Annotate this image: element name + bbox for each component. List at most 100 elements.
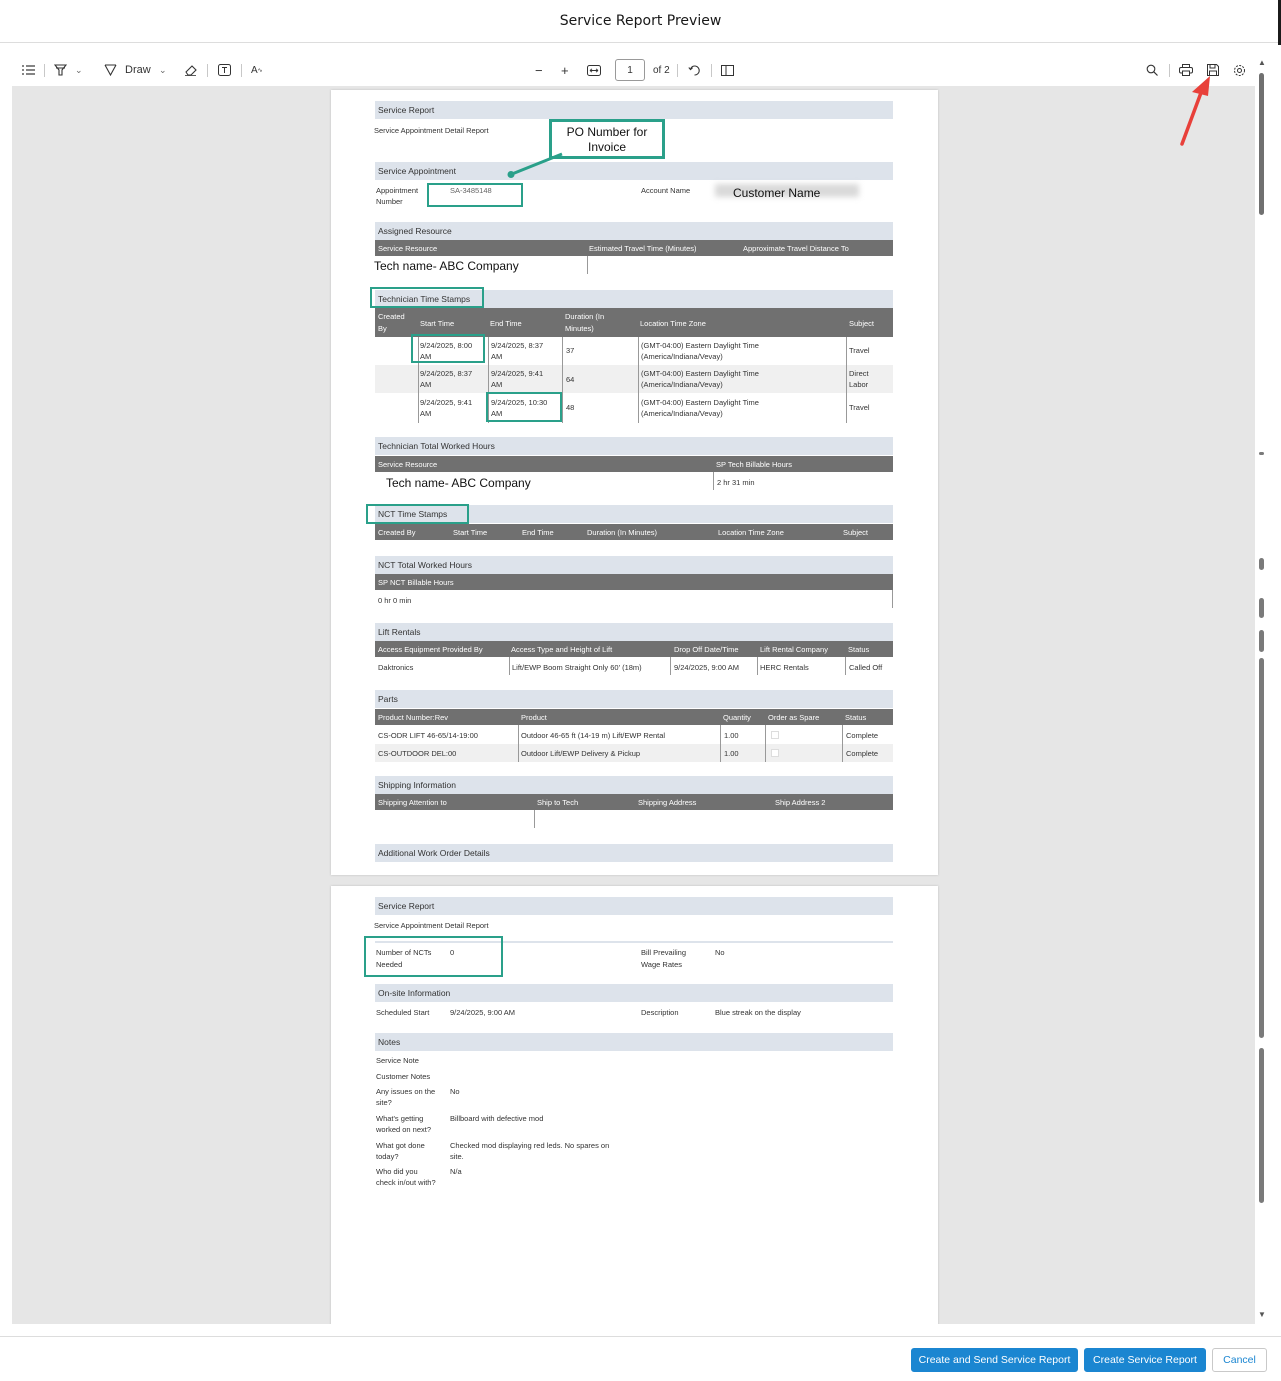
col-duration-2: Minutes) xyxy=(565,324,594,333)
location-time-zone-2: (America/Indiana/Vevay) xyxy=(641,409,723,418)
scroll-marker xyxy=(1259,1048,1264,1203)
location-time-zone-2: (America/Indiana/Vevay) xyxy=(641,380,723,389)
zoom-in-icon[interactable]: + xyxy=(561,56,569,84)
order-as-spare-checkbox xyxy=(771,731,779,739)
check-in-label-2: check in/out with? xyxy=(376,1178,436,1187)
highlight-appointment-number xyxy=(427,183,523,207)
page-number-input[interactable]: 1 xyxy=(615,59,645,81)
col-shipping-attention: Shipping Attention to xyxy=(378,798,447,807)
fit-width-icon[interactable] xyxy=(587,56,601,84)
next-work-label-2: worked on next? xyxy=(376,1125,432,1134)
col-start-time: Start Time xyxy=(453,528,488,537)
col-service-resource: Service Resource xyxy=(378,244,438,253)
col-quantity: Quantity xyxy=(723,713,751,722)
parts-header: Product Number:Rev Product Quantity Orde… xyxy=(375,709,893,725)
product: Outdoor 46-65 ft (14-19 m) Lift/EWP Rent… xyxy=(521,731,666,740)
appointment-number-label: Appointment xyxy=(376,186,419,195)
search-icon[interactable] xyxy=(1146,56,1158,84)
viewer-scrollbar[interactable]: ▲ ▼ xyxy=(1256,58,1268,1324)
zoom-out-icon[interactable]: − xyxy=(535,56,543,84)
create-service-report-button[interactable]: Create Service Report xyxy=(1084,1348,1206,1372)
page-view-icon[interactable] xyxy=(721,56,734,84)
rotate-icon[interactable] xyxy=(688,56,701,84)
subject: Direct xyxy=(849,369,869,378)
toolbar-divider xyxy=(241,64,242,77)
eraser-icon[interactable] xyxy=(184,56,197,84)
col-created-by: Created By xyxy=(378,528,416,537)
lift-rentals-header: Access Equipment Provided By Access Type… xyxy=(375,641,893,657)
col-access-type: Access Type and Height of Lift xyxy=(511,645,613,654)
arrow-icon xyxy=(1180,76,1210,146)
highlight-chevron-down-icon[interactable]: ⌄ xyxy=(75,56,83,84)
col-sp-nct-billable-hours: SP NCT Billable Hours xyxy=(378,578,454,587)
textbox-icon[interactable] xyxy=(218,56,231,84)
location-time-zone: (GMT-04:00) Eastern Daylight Time xyxy=(641,369,759,378)
col-access-equipment: Access Equipment Provided By xyxy=(378,645,483,654)
cell-divider xyxy=(757,657,758,675)
cell-divider xyxy=(518,725,519,762)
col-service-resource: Service Resource xyxy=(378,460,438,469)
report-title: Service Report xyxy=(375,101,893,119)
lift-rental-company-value: HERC Rentals xyxy=(760,663,809,672)
col-duration: Duration (In xyxy=(565,312,605,321)
document-viewer[interactable]: Service Report Service Appointment Detai… xyxy=(12,86,1255,1324)
section-nct-total-worked-hours: NCT Total Worked Hours xyxy=(375,556,893,574)
draw-chevron-down-icon[interactable]: ⌄ xyxy=(159,56,167,84)
service-note-label: Service Note xyxy=(376,1056,419,1065)
end-time: 9/24/2025, 8:37 xyxy=(491,341,544,350)
col-subject: Subject xyxy=(843,528,869,537)
duration: 48 xyxy=(566,403,575,412)
read-aloud-icon[interactable]: A ∿ xyxy=(251,56,263,84)
draw-button[interactable]: Draw xyxy=(125,56,151,84)
section-on-site-information: On-site Information xyxy=(375,984,893,1002)
product: Outdoor Lift/EWP Delivery & Pickup xyxy=(521,749,641,758)
scheduled-start-value: 9/24/2025, 9:00 AM xyxy=(450,1008,516,1017)
service-report-modal: Service Report Preview ⌄ Draw ⌄ A ∿ − + 1 xyxy=(0,0,1281,1381)
start-time-ampm: AM xyxy=(420,380,432,389)
cell-divider xyxy=(845,657,846,675)
col-location-time-zone: Location Time Zone xyxy=(640,319,706,328)
scroll-down-icon[interactable]: ▼ xyxy=(1258,1310,1266,1319)
highlight-number-of-ncts xyxy=(364,936,503,977)
create-and-send-service-report-button[interactable]: Create and Send Service Report xyxy=(911,1348,1078,1372)
product-number: CS-OUTDOOR DEL:00 xyxy=(378,749,457,758)
contents-icon[interactable] xyxy=(22,56,35,84)
col-order-as-spare: Order as Spare xyxy=(768,713,820,722)
tech-total-header: Service Resource SP Tech Billable Hours xyxy=(375,456,893,472)
lift-status-value: Called Off xyxy=(849,663,883,672)
assigned-resource-header: Service Resource Estimated Travel Time (… xyxy=(375,240,893,256)
col-ship-to-tech: Ship to Tech xyxy=(537,798,579,807)
product-number: CS-ODR LIFT 46-65/14-19:00 xyxy=(378,731,478,740)
check-in-label: Who did you xyxy=(376,1167,418,1176)
issues-label: Any issues on the xyxy=(376,1087,436,1096)
col-start-time: Start Time xyxy=(420,319,455,328)
cell-divider xyxy=(509,657,510,675)
cell-divider xyxy=(638,337,639,423)
done-today-value: Checked mod displaying red leds. No spar… xyxy=(450,1141,610,1150)
cell-divider xyxy=(765,725,766,762)
callout-connector xyxy=(507,152,563,178)
section-notes: Notes xyxy=(375,1033,893,1051)
highlight-start-time xyxy=(411,334,485,363)
order-as-spare-checkbox xyxy=(771,749,779,757)
issues-value: No xyxy=(450,1087,460,1096)
subject: Travel xyxy=(849,403,870,412)
tech-name-annotation-1: Tech name- ABC Company xyxy=(374,259,519,273)
customer-notes-label: Customer Notes xyxy=(376,1072,431,1081)
report-subtitle: Service Appointment Detail Report xyxy=(374,921,489,930)
report-page-1: Service Report Service Appointment Detai… xyxy=(331,90,938,875)
scrollbar-thumb[interactable] xyxy=(1259,73,1264,215)
toolbar-divider xyxy=(207,64,208,77)
issues-label-2: site? xyxy=(376,1098,392,1107)
description-value: Blue streak on the display xyxy=(715,1008,801,1017)
settings-icon[interactable] xyxy=(1233,56,1246,84)
highlight-icon[interactable] xyxy=(54,56,67,84)
cancel-button[interactable]: Cancel xyxy=(1212,1348,1267,1372)
quantity: 1.00 xyxy=(724,731,739,740)
pdf-toolbar: ⌄ Draw ⌄ A ∿ − + 1 of 2 xyxy=(12,56,1267,84)
scroll-marker xyxy=(1259,598,1264,618)
cell-divider xyxy=(846,337,847,423)
scroll-up-icon[interactable]: ▲ xyxy=(1258,58,1266,67)
draw-icon[interactable] xyxy=(104,56,117,84)
col-ship-address-2: Ship Address 2 xyxy=(775,798,826,807)
